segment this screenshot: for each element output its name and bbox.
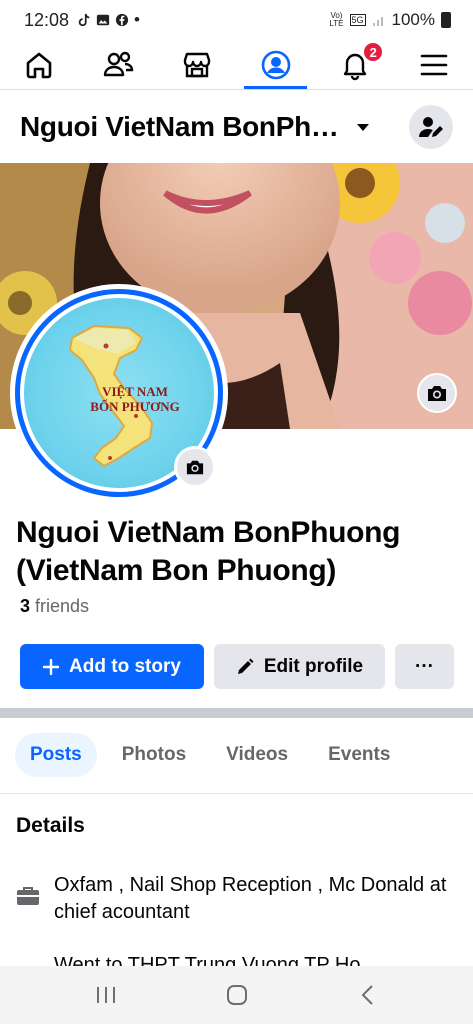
status-time: 12:08: [24, 9, 70, 30]
edit-profile-label: Edit profile: [263, 655, 364, 677]
map-title-line2: BỐN PHƯƠNG: [90, 399, 180, 414]
pencil-icon: [237, 658, 254, 674]
avatar-camera-button[interactable]: [174, 446, 216, 488]
profile-icon: [261, 50, 291, 79]
android-nav-bar: [0, 966, 473, 1024]
more-options-button[interactable]: ···: [395, 644, 454, 689]
nav-marketplace[interactable]: [158, 40, 237, 89]
top-nav: 2: [0, 40, 473, 90]
network-5g-indicator: 5G: [349, 14, 366, 26]
tab-videos[interactable]: Videos: [211, 733, 303, 777]
recents-icon: [96, 987, 115, 1003]
user-edit-icon: [419, 117, 443, 137]
detail-education: Went to THPT Trung Vuong TP Ho: [16, 952, 456, 966]
profile-actions: Add to story Edit profile ···: [20, 644, 454, 689]
plus-icon: [43, 658, 60, 675]
tabs-divider: [0, 793, 473, 794]
facebook-icon: [115, 13, 129, 27]
marketplace-icon: [183, 52, 211, 77]
nav-notifications[interactable]: 2: [315, 40, 394, 89]
status-left: 12:08 •: [24, 10, 140, 31]
nav-menu[interactable]: [394, 40, 473, 89]
more-icon: ···: [415, 655, 434, 677]
status-bar: 12:08 • Vo) LTE 5G 100%: [0, 0, 473, 40]
notification-badge: 2: [362, 41, 385, 63]
recent-apps-button[interactable]: [76, 966, 136, 1024]
status-notification-icons: •: [77, 10, 140, 30]
profile-tabs: Posts Photos Videos Events: [15, 733, 405, 777]
add-to-story-label: Add to story: [69, 655, 181, 677]
home-circle-icon: [226, 985, 247, 1005]
nav-home[interactable]: [0, 40, 79, 89]
details-title: Details: [16, 814, 85, 837]
section-divider: [0, 708, 473, 718]
back-icon: [361, 985, 373, 1005]
battery-icon: [441, 12, 451, 28]
menu-icon: [420, 54, 447, 75]
avatar-map-title: VIỆT NAM BỐN PHƯƠNG: [80, 384, 190, 414]
header-title[interactable]: Nguoi VietNam BonPh…: [20, 111, 339, 143]
home-icon: [27, 52, 52, 78]
camera-icon: [428, 386, 446, 401]
tab-posts[interactable]: Posts: [15, 733, 97, 777]
battery-percent: 100%: [391, 10, 435, 29]
edit-profile-button[interactable]: Edit profile: [214, 644, 385, 689]
tiktok-icon: [78, 13, 90, 27]
detail-work: Oxfam , Nail Shop Reception , Mc Donald …: [16, 872, 456, 926]
signal-icon: [372, 17, 383, 26]
friends-count[interactable]: 3 friends: [20, 596, 89, 617]
tab-events[interactable]: Events: [313, 733, 405, 777]
briefcase-icon: [16, 884, 40, 908]
camera-icon: [186, 460, 204, 475]
nav-profile[interactable]: [236, 40, 315, 89]
profile-name: Nguoi VietNam BonPhuong (VietNam Bon Phu…: [16, 516, 401, 587]
cover-camera-button[interactable]: [417, 373, 457, 413]
home-button[interactable]: [207, 966, 267, 1024]
nav-friends[interactable]: [79, 40, 158, 89]
status-dot: •: [134, 10, 140, 29]
map-title-line1: VIỆT NAM: [102, 384, 168, 399]
add-to-story-button[interactable]: Add to story: [20, 644, 204, 689]
friends-number: 3: [20, 596, 31, 616]
gallery-icon: [96, 14, 110, 26]
tab-photos[interactable]: Photos: [107, 733, 201, 777]
friends-icon: [104, 51, 134, 76]
status-right: Vo) LTE 5G 100%: [329, 10, 451, 30]
friends-label: friends: [35, 596, 90, 616]
work-text: Oxfam , Nail Shop Reception , Mc Donald …: [54, 874, 447, 923]
profile-header: Nguoi VietNam BonPh…: [0, 91, 473, 163]
volte-indicator: Vo) LTE: [329, 11, 344, 28]
chevron-down-icon[interactable]: [356, 123, 369, 131]
back-button[interactable]: [338, 966, 398, 1024]
education-text: Went to THPT Trung Vuong TP Ho: [54, 954, 361, 966]
profile-settings-button[interactable]: [409, 105, 453, 149]
